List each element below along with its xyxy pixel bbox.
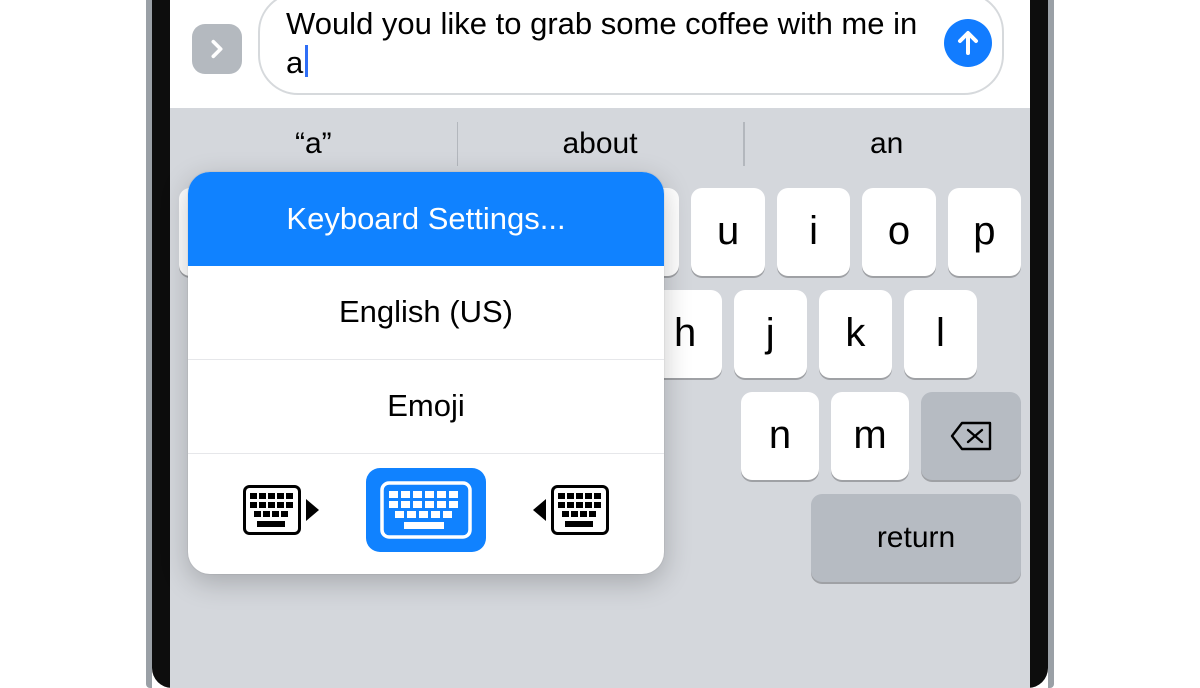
send-button[interactable] <box>944 19 992 67</box>
key-j[interactable]: j <box>734 290 807 378</box>
keyboard-full-icon <box>380 481 472 539</box>
key-k[interactable]: k <box>819 290 892 378</box>
quicktype-suggestions: “a” about an <box>170 108 1030 180</box>
menu-item-keyboard-settings[interactable]: Keyboard Settings... <box>188 172 664 266</box>
text-cursor <box>305 45 308 77</box>
key-n[interactable]: n <box>741 392 819 480</box>
key-m[interactable]: m <box>831 392 909 480</box>
suggestion-3[interactable]: an <box>743 108 1030 180</box>
screen: Would you like to grab some coffee with … <box>170 0 1030 688</box>
return-key[interactable]: return <box>811 494 1021 582</box>
keyboard-left-icon <box>243 485 321 535</box>
menu-item-english-us[interactable]: English (US) <box>188 266 664 360</box>
chevron-right-icon <box>206 38 228 60</box>
menu-item-emoji[interactable]: Emoji <box>188 360 664 454</box>
key-p[interactable]: p <box>948 188 1021 276</box>
compose-row: Would you like to grab some coffee with … <box>170 0 1030 95</box>
key-i[interactable]: i <box>777 188 850 276</box>
key-o[interactable]: o <box>862 188 935 276</box>
keyboard-layout-picker <box>188 454 664 574</box>
delete-key[interactable] <box>921 392 1021 480</box>
one-handed-left-button[interactable] <box>238 474 326 546</box>
suggestion-1[interactable]: “a” <box>170 108 457 180</box>
keyboard-right-icon <box>531 485 609 535</box>
one-handed-right-button[interactable] <box>526 474 614 546</box>
message-text: Would you like to grab some coffee with … <box>286 6 917 81</box>
suggestion-2[interactable]: about <box>457 108 744 180</box>
expand-apps-button[interactable] <box>192 24 242 74</box>
delete-icon <box>950 421 992 451</box>
full-keyboard-button[interactable] <box>366 468 486 552</box>
key-u[interactable]: u <box>691 188 764 276</box>
message-input[interactable]: Would you like to grab some coffee with … <box>258 0 1004 95</box>
key-l[interactable]: l <box>904 290 977 378</box>
arrow-up-icon <box>956 29 980 57</box>
keyboard-menu-popover: Keyboard Settings... English (US) Emoji <box>188 172 664 574</box>
